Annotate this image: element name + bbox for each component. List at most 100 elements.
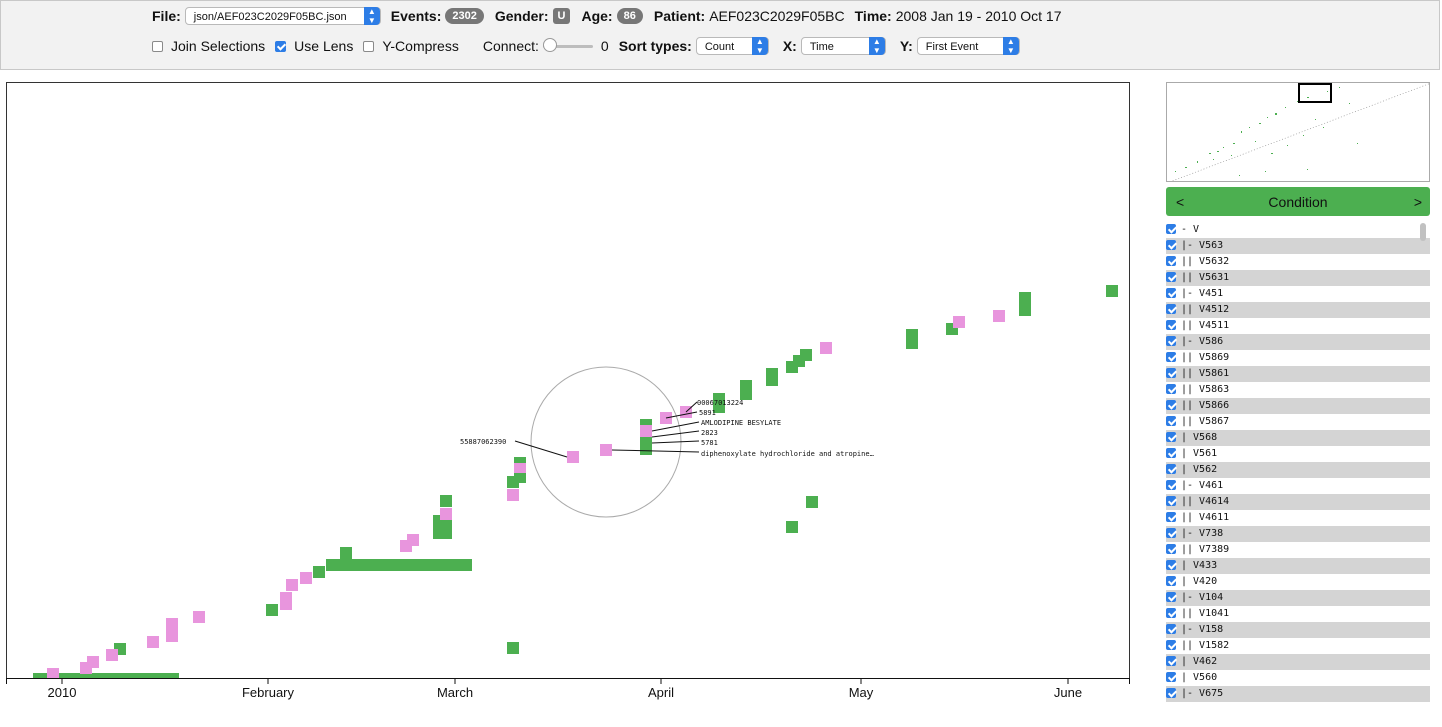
event-mark[interactable]	[567, 451, 579, 463]
tree-item[interactable]: | V561	[1166, 446, 1430, 462]
tree-item[interactable]: || V4614	[1166, 494, 1430, 510]
tree-item[interactable]: || V7389	[1166, 542, 1430, 558]
sort-types-select[interactable]: Count ▲ ▼	[695, 37, 769, 55]
event-mark[interactable]	[507, 489, 519, 501]
tree-item[interactable]: | V568	[1166, 430, 1430, 446]
tree-item-checkbox[interactable]	[1166, 560, 1176, 570]
tree-item-checkbox[interactable]	[1166, 592, 1176, 602]
event-mark[interactable]	[313, 566, 325, 578]
event-mark[interactable]	[766, 368, 778, 386]
event-mark[interactable]	[1019, 292, 1031, 316]
event-mark[interactable]	[800, 349, 812, 361]
tree-item[interactable]: | V562	[1166, 462, 1430, 478]
tree-item-checkbox[interactable]	[1166, 512, 1176, 522]
tree-item[interactable]: || V5869	[1166, 350, 1430, 366]
tree-item[interactable]: | V462	[1166, 654, 1430, 670]
event-mark[interactable]	[87, 656, 99, 668]
join-selections-checkbox[interactable]	[152, 40, 163, 52]
event-mark[interactable]	[906, 329, 918, 349]
event-mark[interactable]	[440, 495, 452, 507]
condition-scrollbar[interactable]	[1418, 222, 1429, 706]
condition-tree[interactable]: - V |- V563 || V5632 || V5631 |- V451 ||…	[1166, 222, 1430, 706]
tree-item[interactable]: |- V158	[1166, 622, 1430, 638]
event-mark[interactable]	[286, 579, 298, 591]
tree-item-checkbox[interactable]	[1166, 304, 1176, 314]
event-mark[interactable]	[600, 444, 612, 456]
event-mark[interactable]	[106, 649, 118, 661]
tree-item[interactable]: || V4512	[1166, 302, 1430, 318]
tree-item-checkbox[interactable]	[1166, 688, 1176, 698]
tree-item[interactable]: || V5866	[1166, 398, 1430, 414]
tree-item[interactable]: || V4511	[1166, 318, 1430, 334]
overview-viewport[interactable]	[1298, 83, 1332, 103]
tree-item[interactable]: || V4611	[1166, 510, 1430, 526]
tree-item-checkbox[interactable]	[1166, 400, 1176, 410]
tree-item[interactable]: || V1041	[1166, 606, 1430, 622]
lens[interactable]: 00067013224 5891 AMLODIPINE BESYLATE 282…	[460, 366, 874, 518]
tree-item[interactable]: || V5867	[1166, 414, 1430, 430]
condition-scrollbar-thumb[interactable]	[1420, 223, 1426, 241]
lens-circle[interactable]	[530, 366, 682, 518]
tree-item[interactable]: - V	[1166, 222, 1430, 238]
tree-item-checkbox[interactable]	[1166, 352, 1176, 362]
use-lens-checkbox[interactable]	[275, 40, 287, 52]
tree-item-checkbox[interactable]	[1166, 576, 1176, 586]
event-mark[interactable]	[166, 618, 178, 642]
event-mark[interactable]	[340, 547, 352, 559]
tree-item[interactable]: | V420	[1166, 574, 1430, 590]
event-mark[interactable]	[193, 611, 205, 623]
tree-item-checkbox[interactable]	[1166, 432, 1176, 442]
tree-item-checkbox[interactable]	[1166, 640, 1176, 650]
event-mark[interactable]	[407, 534, 419, 546]
tree-item[interactable]: |- V675	[1166, 686, 1430, 702]
tree-item[interactable]: |- V586	[1166, 334, 1430, 350]
event-mark[interactable]	[993, 310, 1005, 322]
tree-item[interactable]: |- V563	[1166, 238, 1430, 254]
event-mark[interactable]	[514, 463, 526, 473]
tree-item-checkbox[interactable]	[1166, 288, 1176, 298]
tree-item[interactable]: |- V104	[1166, 590, 1430, 606]
tree-item-checkbox[interactable]	[1166, 496, 1176, 506]
tree-item[interactable]: || V5631	[1166, 270, 1430, 286]
tree-item-checkbox[interactable]	[1166, 672, 1176, 682]
tree-item-checkbox[interactable]	[1166, 336, 1176, 346]
tree-item-checkbox[interactable]	[1166, 368, 1176, 378]
tree-item-checkbox[interactable]	[1166, 656, 1176, 666]
tree-item-checkbox[interactable]	[1166, 272, 1176, 282]
event-mark[interactable]	[740, 380, 752, 400]
x-axis-select[interactable]: Time ▲ ▼	[800, 37, 886, 55]
tree-item-checkbox[interactable]	[1166, 624, 1176, 634]
connect-slider-handle[interactable]	[542, 38, 557, 52]
tree-item[interactable]: || V5861	[1166, 366, 1430, 382]
event-mark[interactable]	[786, 521, 798, 533]
tree-item-checkbox[interactable]	[1166, 384, 1176, 394]
tree-item-checkbox[interactable]	[1166, 240, 1176, 250]
tree-item-checkbox[interactable]	[1166, 464, 1176, 474]
tree-item-checkbox[interactable]	[1166, 544, 1176, 554]
tree-item[interactable]: || V5863	[1166, 382, 1430, 398]
event-mark[interactable]	[806, 496, 818, 508]
y-axis-select[interactable]: First Event ▲ ▼	[916, 37, 1020, 55]
tree-item[interactable]: | V560	[1166, 670, 1430, 686]
tree-item-checkbox[interactable]	[1166, 528, 1176, 538]
tree-item[interactable]: | V433	[1166, 558, 1430, 574]
event-mark[interactable]	[266, 604, 278, 616]
next-type-button[interactable]: >	[1414, 194, 1422, 210]
tree-item-checkbox[interactable]	[1166, 448, 1176, 458]
event-mark[interactable]	[326, 559, 472, 571]
event-mark[interactable]	[953, 316, 965, 328]
event-mark[interactable]	[147, 636, 159, 648]
timeline-canvas[interactable]: 00067013224 5891 AMLODIPINE BESYLATE 282…	[7, 83, 1130, 679]
tree-item-checkbox[interactable]	[1166, 608, 1176, 618]
tree-item[interactable]: |- V738	[1166, 526, 1430, 542]
event-mark[interactable]	[640, 425, 652, 437]
event-mark[interactable]	[507, 476, 519, 488]
event-mark[interactable]	[820, 342, 832, 354]
tree-item[interactable]: |- V461	[1166, 478, 1430, 494]
timeline-view[interactable]: 00067013224 5891 AMLODIPINE BESYLATE 282…	[6, 82, 1130, 679]
event-mark[interactable]	[1106, 285, 1118, 297]
y-compress-checkbox[interactable]	[363, 40, 375, 52]
event-mark[interactable]	[507, 642, 519, 654]
tree-item-checkbox[interactable]	[1166, 480, 1176, 490]
event-mark[interactable]	[300, 572, 312, 584]
